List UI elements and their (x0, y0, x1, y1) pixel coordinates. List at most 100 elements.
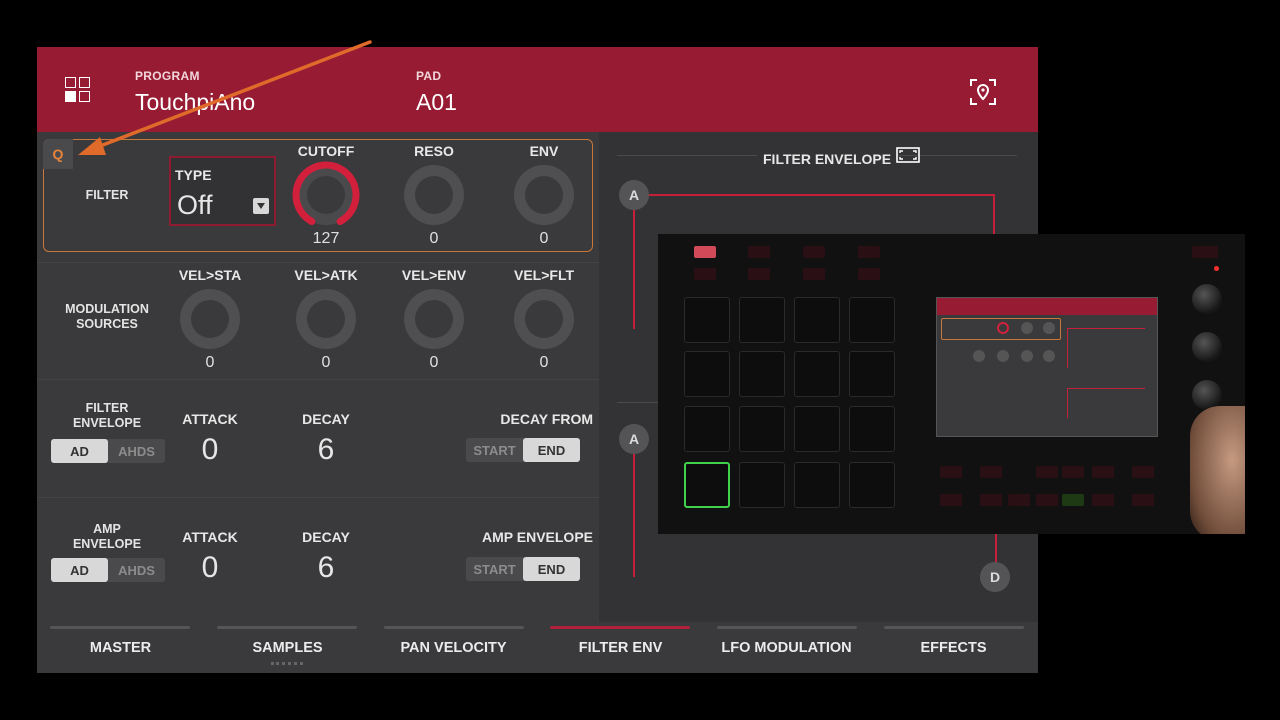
filter-env-mode-ahds[interactable]: AHDS (108, 439, 165, 463)
decay-from-start[interactable]: START (466, 438, 523, 462)
envelope-node-d[interactable]: D (980, 562, 1010, 592)
tab-effects[interactable]: EFFECTS (870, 622, 1037, 673)
hardware-screen-knob (973, 350, 985, 362)
program-name[interactable]: TouchpiAno (135, 89, 255, 116)
amp-envelope-start[interactable]: START (466, 557, 523, 581)
hardware-screen-header (937, 298, 1157, 315)
pad-name[interactable]: A01 (416, 89, 457, 116)
hardware-button (980, 466, 1002, 478)
filter-attack-value[interactable]: 0 (170, 433, 250, 467)
vel-env-knob[interactable] (399, 284, 469, 354)
vel-env-label: VEL>ENV (401, 267, 467, 283)
hardware-screen-graph (1067, 388, 1145, 389)
vel-atk-knob[interactable] (291, 284, 361, 354)
filter-env-mode-ad[interactable]: AD (51, 439, 108, 463)
reso-value: 0 (429, 230, 439, 247)
tab-pan-velocity[interactable]: PAN VELOCITY (370, 622, 537, 673)
tab-master[interactable]: MASTER (37, 622, 204, 673)
hardware-pad (739, 351, 785, 397)
hardware-button (1062, 466, 1084, 478)
hardware-button (1092, 466, 1114, 478)
envelope-line (633, 437, 635, 577)
reso-label: RESO (414, 143, 454, 159)
envelope-node-a[interactable]: A (619, 180, 649, 210)
vel-flt-knob[interactable] (509, 284, 579, 354)
envelope-node-a[interactable]: A (619, 424, 649, 454)
tab-samples[interactable]: SAMPLES (204, 622, 371, 673)
hardware-pad (684, 406, 730, 452)
vel-atk-label: VEL>ATK (294, 267, 358, 283)
vel-sta-knob[interactable] (175, 284, 245, 354)
hardware-button (694, 268, 716, 280)
hardware-pad (849, 462, 895, 508)
pad-label: PAD (416, 69, 442, 83)
modulation-row-label: MODULATION SOURCES (65, 302, 149, 331)
tab-filter-env[interactable]: FILTER ENV (537, 622, 704, 673)
hardware-screen-graph (1067, 328, 1068, 368)
hardware-button (1062, 494, 1084, 506)
locate-icon[interactable] (969, 78, 997, 106)
envelope-line (633, 194, 635, 329)
hardware-pad (739, 297, 785, 343)
hardware-button (1036, 466, 1058, 478)
decay-from-end[interactable]: END (523, 438, 580, 462)
filter-decay-label: DECAY (302, 411, 350, 427)
amp-attack-value[interactable]: 0 (170, 551, 250, 585)
filter-envelope-title: FILTER ENVELOPE (757, 151, 898, 167)
amp-envelope-option-label: AMP ENVELOPE (482, 529, 593, 545)
hardware-button (1192, 246, 1218, 258)
filter-decay-value[interactable]: 6 (286, 433, 366, 467)
amp-envelope-end[interactable]: END (523, 557, 580, 581)
amp-env-mode-ahds[interactable]: AHDS (108, 558, 165, 582)
hardware-button (803, 268, 825, 280)
program-label: PROGRAM (135, 69, 200, 83)
tab-lfo-modulation[interactable]: LFO MODULATION (703, 622, 870, 673)
hardware-led (1214, 266, 1219, 271)
env-knob[interactable] (509, 160, 579, 230)
filter-type-dropdown[interactable]: TYPE Off (169, 156, 276, 226)
divider (37, 262, 599, 263)
page-dots (271, 662, 303, 665)
hardware-video-inset (658, 234, 1245, 534)
vel-env-value: 0 (429, 354, 439, 371)
hardware-button (803, 246, 825, 258)
vel-flt-value: 0 (539, 354, 549, 371)
reso-knob[interactable] (399, 160, 469, 230)
tab-bar: MASTER SAMPLES PAN VELOCITY FILTER ENV L… (37, 622, 1038, 673)
hardware-button (858, 246, 880, 258)
hardware-button (748, 268, 770, 280)
vel-sta-label: VEL>STA (178, 267, 242, 283)
cutoff-knob[interactable] (291, 160, 361, 230)
filter-row-label: FILTER (85, 188, 129, 202)
hardware-pad (739, 406, 785, 452)
divider (37, 497, 599, 498)
amp-decay-value[interactable]: 6 (286, 551, 366, 585)
envelope-line (993, 194, 995, 234)
hardware-screen-tabs (937, 427, 1157, 436)
hardware-screen-knob (997, 350, 1009, 362)
amp-env-mode-toggle[interactable]: AD AHDS (51, 558, 165, 582)
parameter-panel: Q FILTER TYPE Off CUTOFF 127 RESO 0 ENV … (37, 132, 599, 622)
hardware-screen-knob (1021, 322, 1033, 334)
hardware-pad (849, 297, 895, 343)
hand-photo (1190, 406, 1245, 534)
filter-attack-label: ATTACK (182, 411, 238, 427)
vel-flt-label: VEL>FLT (513, 267, 575, 283)
filter-env-mode-toggle[interactable]: AD AHDS (51, 439, 165, 463)
filter-envelope-row-label: FILTER ENVELOPE (72, 401, 142, 430)
q-link-tab[interactable]: Q (43, 139, 73, 169)
hardware-screen-graph (1067, 328, 1145, 329)
decay-from-toggle[interactable]: START END (466, 438, 580, 462)
hardware-button (1132, 466, 1154, 478)
expand-icon[interactable] (896, 147, 920, 163)
hardware-pad (794, 406, 840, 452)
hardware-pad (794, 462, 840, 508)
amp-decay-label: DECAY (302, 529, 350, 545)
amp-envelope-toggle[interactable]: START END (466, 557, 580, 581)
amp-env-mode-ad[interactable]: AD (51, 558, 108, 582)
amp-envelope-row-label: AMP ENVELOPE (72, 522, 142, 551)
vel-sta-value: 0 (205, 354, 215, 371)
divider (37, 379, 599, 380)
decay-from-label: DECAY FROM (500, 411, 593, 427)
grid-icon[interactable] (65, 77, 91, 103)
